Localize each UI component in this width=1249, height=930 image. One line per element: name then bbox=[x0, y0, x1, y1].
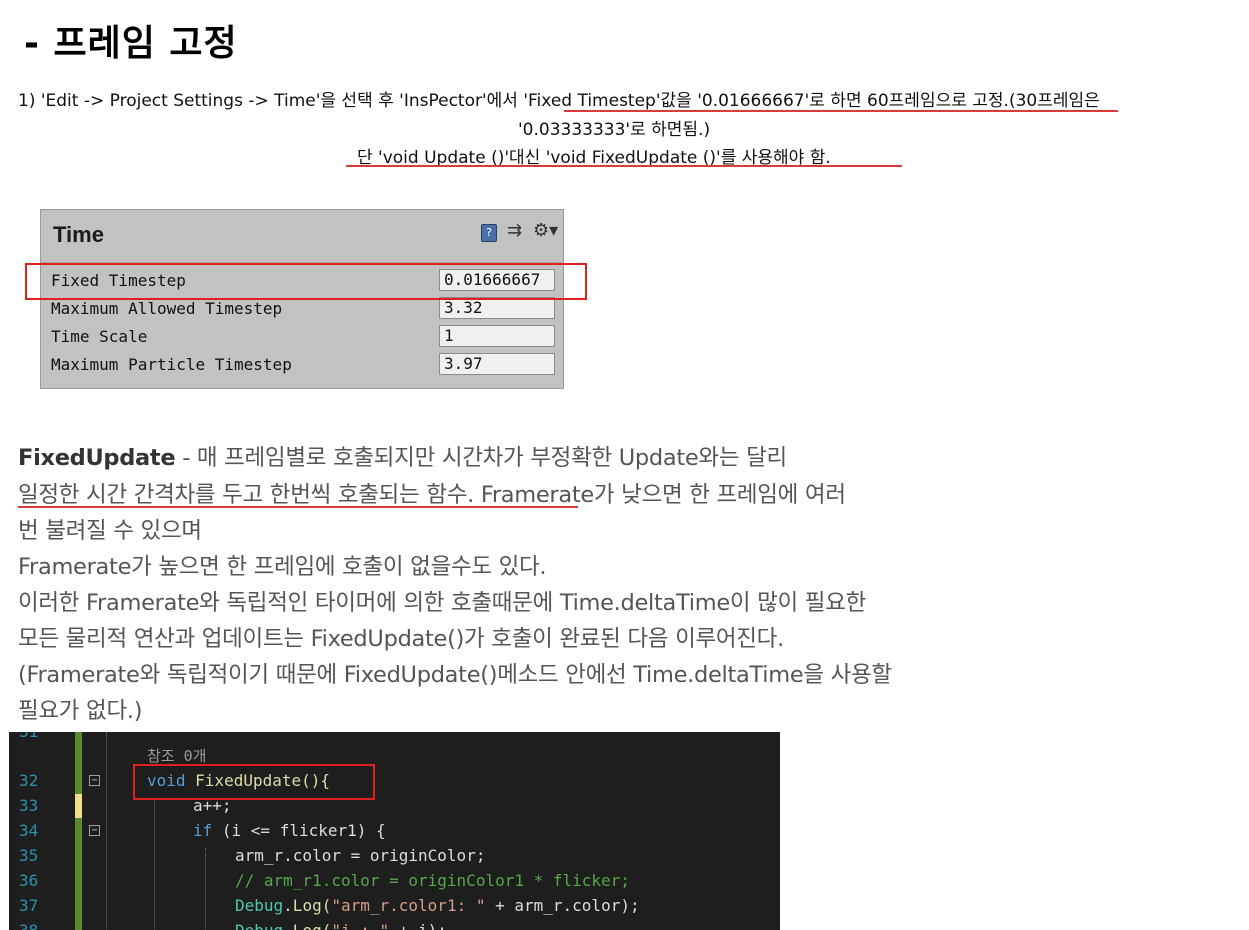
line-number: 32 bbox=[19, 771, 39, 790]
para-line-3: 번 불려질 수 있으며 bbox=[18, 518, 202, 544]
note-line-1: 1) 'Edit -> Project Settings -> Time'을 선… bbox=[18, 91, 1100, 111]
indent-guide bbox=[154, 798, 155, 930]
help-book-icon[interactable]: ? bbox=[481, 224, 497, 242]
code-text: + arm_r.color); bbox=[485, 896, 640, 915]
indent-guide bbox=[106, 732, 107, 930]
para-underline bbox=[18, 506, 578, 508]
line-number: 34 bbox=[19, 821, 39, 840]
line-number: 35 bbox=[19, 846, 39, 865]
code-string: "i : " bbox=[331, 921, 389, 930]
code-type: Debug bbox=[235, 896, 284, 915]
gear-icon[interactable]: ⚙▾ bbox=[533, 220, 558, 241]
para-line-2: 일정한 시간 간격차를 두고 한번씩 호출되는 함수. Framerate가 낮… bbox=[18, 477, 846, 509]
line-number: 31 bbox=[19, 732, 49, 741]
line-number: 36 bbox=[19, 871, 39, 890]
time-scale-label: Time Scale bbox=[51, 327, 148, 346]
max-particle-timestep-field[interactable]: 3.97 bbox=[439, 353, 555, 375]
code-string: "arm_r.color1: " bbox=[331, 896, 486, 915]
line-number: 33 bbox=[19, 796, 39, 815]
fixed-timestep-highlight bbox=[25, 263, 587, 300]
para-line-5: 이러한 Framerate와 독립적인 타이머에 의한 호출때문에 Time.d… bbox=[18, 590, 866, 616]
max-allowed-timestep-field[interactable]: 3.32 bbox=[439, 297, 555, 319]
change-bar-unsaved bbox=[75, 794, 82, 818]
para-line-2-rest: Framerate가 낮으면 한 프레임에 여러 bbox=[473, 482, 846, 508]
line-number: 37 bbox=[19, 896, 39, 915]
max-allowed-timestep-label: Maximum Allowed Timestep bbox=[51, 299, 283, 318]
para-line-4: Framerate가 높으면 한 프레임에 호출이 없을수도 있다. bbox=[18, 554, 547, 580]
fold-collapse-icon[interactable]: − bbox=[89, 775, 100, 786]
code-line: arm_r.color = originColor; bbox=[235, 846, 486, 865]
section-heading: - 프레임 고정 bbox=[24, 23, 238, 64]
para-line-7: (Framerate와 독립적이기 때문에 FixedUpdate()메소드 안… bbox=[18, 662, 892, 688]
para-line-6: 모든 물리적 연산과 업데이트는 FixedUpdate()가 호출이 완료된 … bbox=[18, 626, 784, 652]
line-number: 38 bbox=[19, 921, 49, 930]
code-comment: // arm_r1.color = originColor1 * flicker… bbox=[235, 871, 630, 890]
code-method: .Log( bbox=[283, 896, 332, 915]
note-underline-1 bbox=[564, 110, 1118, 112]
code-text: + i); bbox=[389, 921, 447, 930]
reference-count-hint[interactable]: 참조 0개 bbox=[147, 745, 206, 766]
time-scale-field[interactable]: 1 bbox=[439, 325, 555, 347]
max-particle-timestep-label: Maximum Particle Timestep bbox=[51, 355, 292, 374]
code-line: Debug.Log("i : " + i); bbox=[235, 921, 447, 930]
code-method: .Log( bbox=[283, 921, 331, 930]
fixedupdate-term: FixedUpdate bbox=[18, 445, 176, 471]
code-editor: 31 참조 0개 32 − void FixedUpdate(){ 33 a++… bbox=[9, 732, 780, 930]
change-bar-saved bbox=[75, 732, 82, 930]
fixedupdate-highlight bbox=[133, 764, 375, 800]
note-underline-3 bbox=[346, 165, 902, 167]
preset-icon[interactable]: ⇉ bbox=[507, 220, 522, 241]
para-line-8: 필요가 없다.) bbox=[18, 698, 143, 724]
code-type: Debug bbox=[235, 921, 283, 930]
note-line-2: '0.03333333'로 하면됨.) bbox=[518, 120, 711, 140]
fold-collapse-icon[interactable]: − bbox=[89, 825, 100, 836]
code-text: (i <= flicker1) { bbox=[212, 821, 386, 840]
inspector-title: Time bbox=[53, 222, 104, 247]
code-line: Debug.Log("arm_r.color1: " + arm_r.color… bbox=[235, 896, 640, 915]
indent-guide bbox=[205, 848, 206, 930]
para-line-1-rest: - 매 프레임별로 호출되지만 시간차가 부정확한 Update와는 달리 bbox=[175, 445, 787, 471]
para-line-2-underlined: 일정한 시간 간격차를 두고 한번씩 호출되는 함수. bbox=[18, 482, 474, 508]
para-line-1: FixedUpdate - 매 프레임별로 호출되지만 시간차가 부정확한 Up… bbox=[18, 440, 787, 472]
code-keyword: if bbox=[193, 821, 213, 840]
code-line: if (i <= flicker1) { bbox=[193, 821, 386, 840]
